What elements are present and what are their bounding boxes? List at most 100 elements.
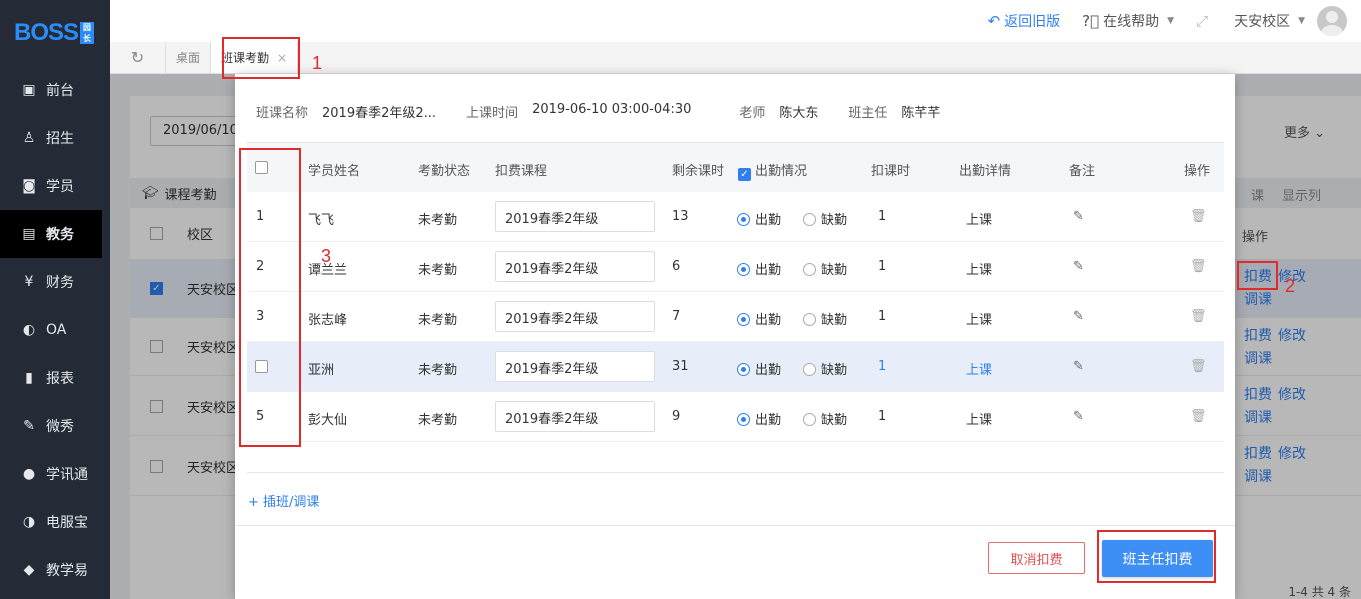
trash-icon[interactable]: 🗑︎: [1190, 409, 1207, 424]
attendance-detail[interactable]: 上课: [966, 359, 992, 378]
sidebar-item-students[interactable]: ◙ 学员: [0, 162, 110, 210]
add-reschedule-link[interactable]: + 插班/调课: [248, 491, 319, 510]
radio-icon[interactable]: [803, 313, 816, 326]
charge-course-select[interactable]: 2019春季2年级: [495, 351, 655, 382]
remaining-hours: 9: [672, 409, 681, 424]
radio-icon[interactable]: [803, 213, 816, 226]
attendance-all-checkbox[interactable]: ✓: [738, 168, 751, 181]
charge-course-select[interactable]: 2019春季2年级: [495, 401, 655, 432]
refresh-icon[interactable]: ↻: [110, 42, 166, 73]
attendance-detail[interactable]: 上课: [966, 259, 992, 278]
charge-course-select[interactable]: 2019春季2年级: [495, 251, 655, 282]
help-label: 在线帮助: [1103, 14, 1160, 30]
radio-selected-icon[interactable]: [737, 313, 750, 326]
sidebar-item-weixiu[interactable]: ✎ 微秀: [0, 402, 110, 450]
radio-selected-icon[interactable]: [737, 363, 750, 376]
logo[interactable]: BOSS 园长: [0, 0, 110, 66]
edit-note-icon[interactable]: ✎: [1073, 409, 1084, 424]
present-radio-option[interactable]: 出勤: [737, 209, 781, 228]
back-old-label: 返回旧版: [1004, 14, 1061, 30]
present-radio-option[interactable]: 出勤: [737, 309, 781, 328]
absent-radio-option[interactable]: 缺勤: [803, 309, 847, 328]
tab-class-attendance[interactable]: 班课考勤 ×: [211, 42, 299, 73]
sidebar-item-xuexuntong[interactable]: ● 学讯通: [0, 450, 110, 498]
sidebar-item-dianfubao[interactable]: ◑ 电服宝: [0, 498, 110, 546]
radio-icon[interactable]: [803, 263, 816, 276]
charge-course-select[interactable]: 2019春季2年级: [495, 201, 655, 232]
radio-icon[interactable]: [803, 413, 816, 426]
class-time-value: 2019-06-10 03:00-04:30: [532, 102, 692, 117]
select-all-checkbox[interactable]: [255, 161, 268, 174]
teacher-value: 陈大东: [779, 106, 819, 121]
sidebar-item-jiaoxueyi[interactable]: ◆ 教学易: [0, 546, 110, 594]
sidebar-item-finance[interactable]: ¥ 财务: [0, 258, 110, 306]
sidebar-item-frontdesk[interactable]: ▣ 前台: [0, 66, 110, 114]
sidebar-item-academic[interactable]: ▤ 教务: [0, 210, 102, 258]
fullscreen-button[interactable]: ⤢: [1196, 12, 1212, 30]
sidebar-item-label: 电服宝: [46, 515, 88, 531]
edit-note-icon[interactable]: ✎: [1073, 209, 1084, 224]
trash-icon[interactable]: 🗑︎: [1190, 209, 1207, 224]
head-teacher-charge-button[interactable]: 班主任扣费: [1102, 540, 1213, 577]
avatar[interactable]: [1317, 6, 1347, 36]
column-header: 出勤详情: [959, 164, 1012, 179]
radio-selected-icon[interactable]: [737, 413, 750, 426]
radio-selected-icon[interactable]: [737, 263, 750, 276]
absent-radio-option[interactable]: 缺勤: [803, 259, 847, 278]
table-row[interactable]: 5 彭大仙 未考勤 2019春季2年级 9 出勤 缺勤 1 上课 ✎ 🗑︎: [247, 392, 1224, 442]
attendance-detail[interactable]: 上课: [966, 309, 992, 328]
row-number: 3: [256, 309, 265, 324]
charge-course-select[interactable]: 2019春季2年级: [495, 301, 655, 332]
column-header: 操作: [1184, 164, 1211, 179]
present-radio-option[interactable]: 出勤: [737, 359, 781, 378]
row-checkbox[interactable]: [255, 360, 268, 373]
table-row[interactable]: 2 谭兰兰 未考勤 2019春季2年级 6 出勤 缺勤 1 上课 ✎ 🗑︎: [247, 242, 1224, 292]
trash-icon[interactable]: 🗑︎: [1190, 359, 1207, 374]
remaining-hours: 13: [672, 209, 689, 224]
edit-note-icon[interactable]: ✎: [1073, 309, 1084, 324]
absent-radio-option[interactable]: 缺勤: [803, 209, 847, 228]
absent-radio-option[interactable]: 缺勤: [803, 359, 847, 378]
column-header: 备注: [1069, 164, 1096, 179]
attendance-status: 未考勤: [418, 363, 458, 378]
table-row[interactable]: 1 飞飞 未考勤 2019春季2年级 13 出勤 缺勤 1 上课 ✎ 🗑︎: [247, 192, 1224, 242]
tab-label: 桌面: [176, 51, 201, 65]
cancel-charge-button[interactable]: 取消扣费: [988, 542, 1085, 574]
sidebar-item-enroll[interactable]: ♙ 招生: [0, 114, 110, 162]
annotation-number: 2: [1285, 276, 1296, 296]
bar-chart-icon: ▮: [25, 370, 33, 386]
radio-icon[interactable]: [803, 363, 816, 376]
online-help-menu[interactable]: ?⃝ 在线帮助 ▼: [1082, 11, 1174, 31]
campus-selector[interactable]: 天安校区 ▼: [1234, 6, 1347, 36]
present-radio-option[interactable]: 出勤: [737, 259, 781, 278]
present-label: 出勤: [755, 213, 782, 228]
class-info: 班课名称 2019春季2年级2... 上课时间 2019-06-10 03:00-0…: [256, 102, 970, 121]
xiu-icon: ✎: [23, 418, 35, 434]
sidebar-item-reports[interactable]: ▮ 报表: [0, 354, 110, 402]
close-icon[interactable]: ×: [277, 51, 287, 65]
edit-note-icon[interactable]: ✎: [1073, 259, 1084, 274]
sidebar-item-label: 财务: [46, 275, 74, 291]
absent-label: 缺勤: [821, 213, 848, 228]
present-label: 出勤: [755, 263, 782, 278]
absent-radio-option[interactable]: 缺勤: [803, 409, 847, 428]
sidebar-item-label: 报表: [46, 371, 74, 387]
edit-note-icon[interactable]: ✎: [1073, 359, 1084, 374]
table-row[interactable]: 亚洲 未考勤 2019春季2年级 31 出勤 缺勤 1 上课 ✎ 🗑︎: [247, 342, 1224, 392]
attendance-detail[interactable]: 上课: [966, 409, 992, 428]
table-row[interactable]: 3 张志峰 未考勤 2019春季2年级 7 出勤 缺勤 1 上课 ✎ 🗑︎: [247, 292, 1224, 342]
sidebar-item-oa[interactable]: ◐ OA: [0, 306, 110, 354]
back-old-version-link[interactable]: ↶ 返回旧版: [988, 11, 1061, 31]
deduct-hours: 1: [878, 209, 887, 224]
present-label: 出勤: [755, 413, 782, 428]
trash-icon[interactable]: 🗑︎: [1190, 309, 1207, 324]
radio-selected-icon[interactable]: [737, 213, 750, 226]
column-header: 出勤情况: [755, 164, 808, 179]
tab-desktop[interactable]: 桌面: [166, 42, 212, 73]
trash-icon[interactable]: 🗑︎: [1190, 259, 1207, 274]
absent-label: 缺勤: [821, 413, 848, 428]
present-radio-option[interactable]: 出勤: [737, 409, 781, 428]
attendance-detail[interactable]: 上课: [966, 209, 992, 228]
column-header: 扣课时: [871, 164, 911, 179]
calendar-icon: ▣: [22, 82, 36, 98]
